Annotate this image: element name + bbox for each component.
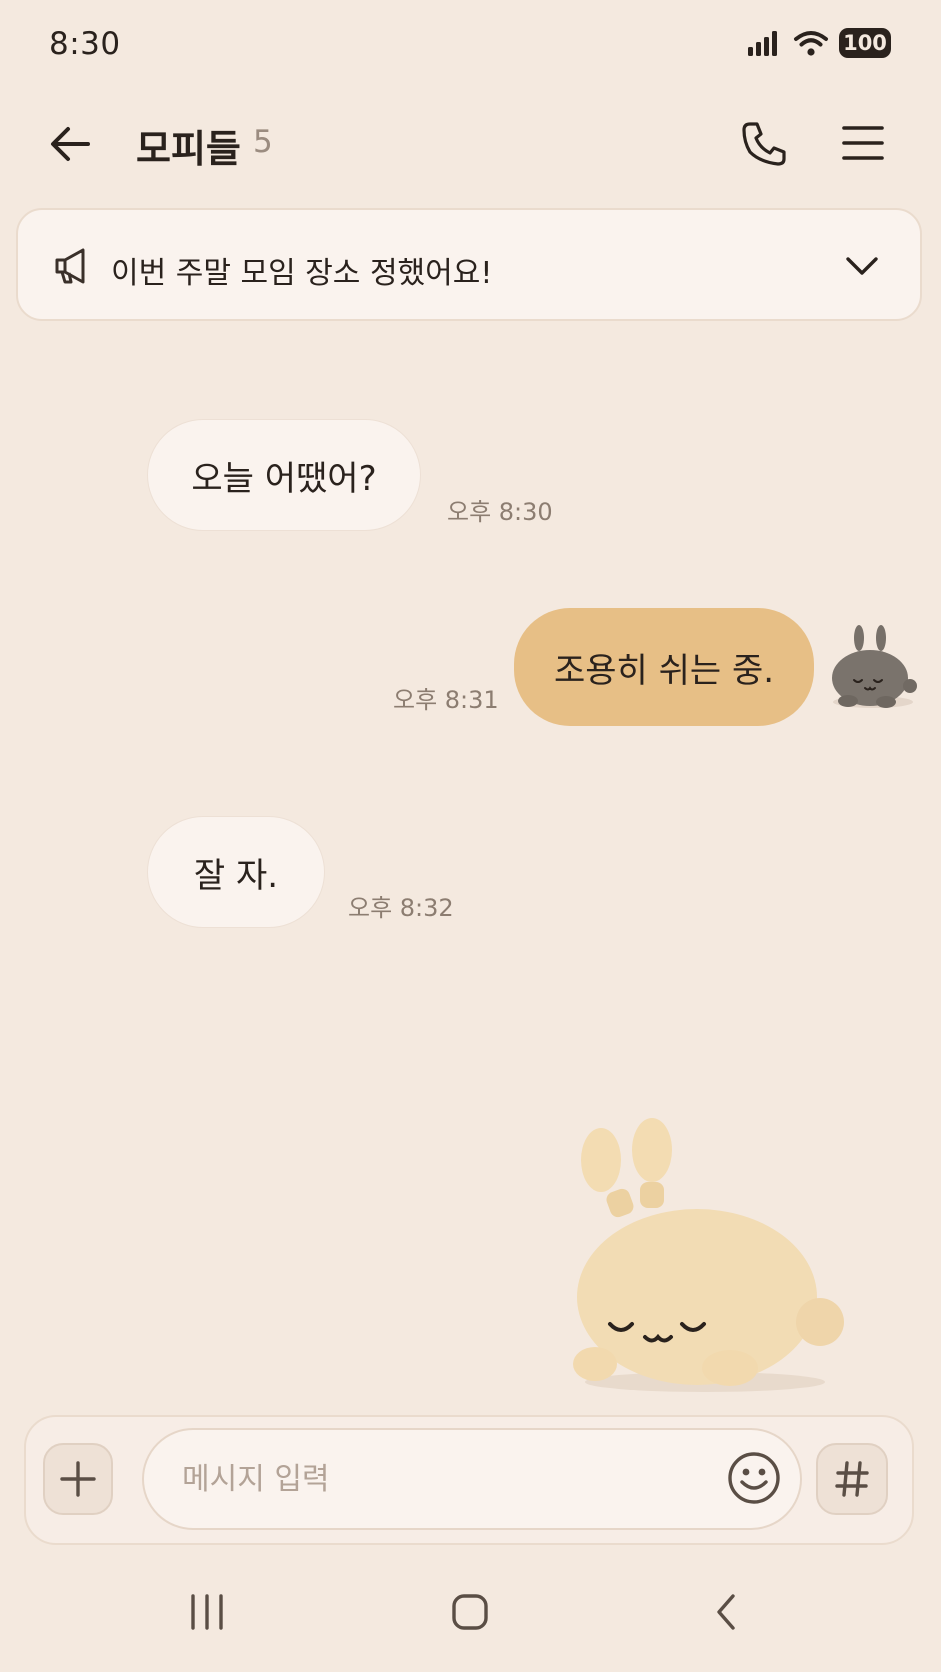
avatar[interactable] bbox=[826, 618, 920, 714]
message-text: 잘 자. bbox=[193, 855, 279, 896]
recent-apps-icon bbox=[191, 1594, 223, 1630]
megaphone-icon bbox=[55, 248, 85, 284]
chevron-down-icon[interactable] bbox=[840, 244, 884, 288]
recent-apps-button[interactable] bbox=[172, 1582, 242, 1642]
message-input[interactable] bbox=[142, 1428, 802, 1530]
back-arrow-icon[interactable] bbox=[44, 118, 96, 170]
emoji-icon[interactable] bbox=[726, 1450, 782, 1506]
phone-icon[interactable] bbox=[736, 116, 792, 172]
message-bubble-outgoing[interactable]: 조용히 쉬는 중. bbox=[514, 608, 814, 726]
status-time: 8:30 bbox=[49, 26, 121, 62]
message-time: 오후 8:32 bbox=[348, 894, 454, 922]
menu-icon[interactable] bbox=[838, 118, 888, 168]
message-time: 오후 8:31 bbox=[393, 686, 499, 714]
notice-text: 이번 주말 모임 장소 정했어요! bbox=[111, 256, 493, 291]
notice-banner[interactable]: 이번 주말 모임 장소 정했어요! bbox=[16, 208, 922, 321]
message-bubble-incoming[interactable]: 잘 자. bbox=[147, 816, 325, 928]
signal-icon bbox=[748, 31, 777, 56]
attach-button[interactable] bbox=[43, 1443, 113, 1515]
message-time: 오후 8:30 bbox=[447, 498, 553, 526]
battery-indicator: 100 bbox=[839, 28, 891, 58]
hash-icon bbox=[835, 1461, 869, 1497]
wifi-icon bbox=[794, 31, 828, 56]
status-icons: 100 bbox=[747, 28, 891, 58]
system-back-button[interactable] bbox=[692, 1582, 762, 1642]
chat-title: 모피들 bbox=[136, 127, 241, 171]
message-bubble-incoming[interactable]: 오늘 어땠어? bbox=[147, 419, 421, 531]
nav-back-icon bbox=[717, 1594, 735, 1630]
hashtag-button[interactable] bbox=[816, 1443, 888, 1515]
message-text: 조용히 쉬는 중. bbox=[553, 650, 775, 691]
message-text: 오늘 어땠어? bbox=[191, 458, 377, 499]
home-icon bbox=[452, 1594, 488, 1630]
plus-icon bbox=[60, 1461, 96, 1497]
sleeping-bunny-illustration bbox=[573, 1118, 844, 1392]
member-count: 5 bbox=[253, 124, 273, 160]
home-button[interactable] bbox=[435, 1582, 505, 1642]
